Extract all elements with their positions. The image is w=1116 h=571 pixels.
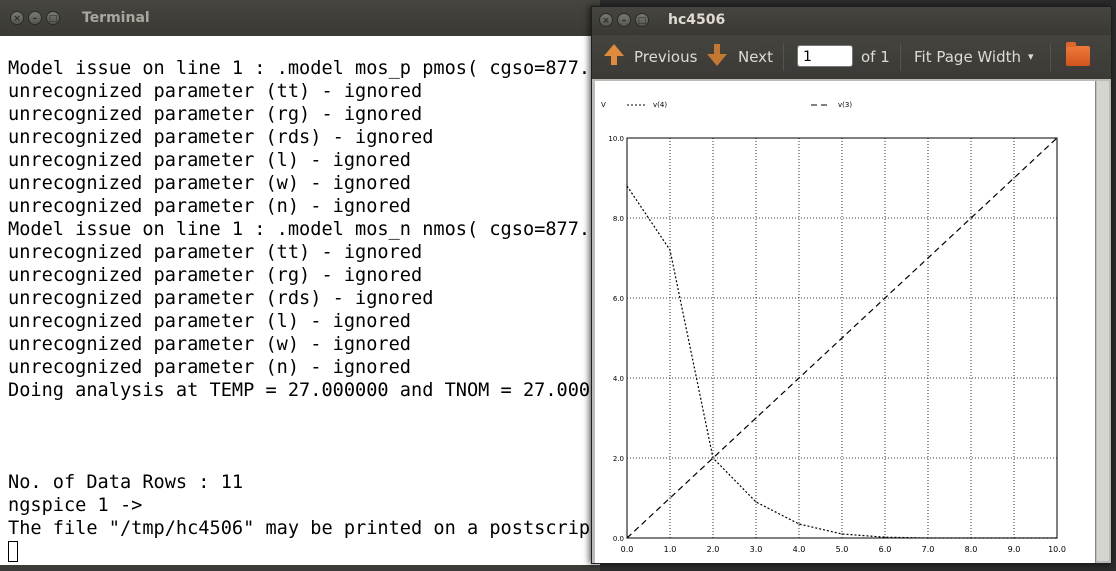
y-tick-label: 6.0 xyxy=(613,295,624,303)
data-point xyxy=(755,417,757,419)
page-number-input[interactable]: 1 xyxy=(797,45,853,67)
terminal-line: unrecognized parameter (rg) - ignored xyxy=(8,265,423,286)
data-point xyxy=(841,337,843,339)
data-point xyxy=(884,536,886,538)
terminal-line: unrecognized parameter (rds) - ignored xyxy=(8,127,434,148)
data-point xyxy=(927,537,929,539)
data-point xyxy=(1013,537,1015,539)
terminal-text: Model issue on line 1 : .model mos_p pmo… xyxy=(0,36,600,563)
data-point xyxy=(755,501,757,503)
maximize-icon[interactable]: □ xyxy=(46,11,60,25)
document-area: V v(4) v(3) 0.0 1.0 2.0 3.0 4.0 5.0 6.0 7.0 8.0 9… xyxy=(592,79,1111,563)
data-point xyxy=(626,537,628,539)
terminal-line: unrecognized parameter (l) - ignored xyxy=(8,150,411,171)
terminal-line: unrecognized parameter (tt) - ignored xyxy=(8,81,423,102)
data-point xyxy=(970,537,972,539)
data-point xyxy=(669,249,671,251)
terminal-output[interactable]: Model issue on line 1 : .model mos_p pmo… xyxy=(0,36,600,565)
data-point xyxy=(798,523,800,525)
terminal-line: unrecognized parameter (n) - ignored xyxy=(8,357,411,378)
x-tick-label: 2.0 xyxy=(707,545,720,554)
window-title: hc4506 xyxy=(668,12,726,28)
terminal-line: unrecognized parameter (l) - ignored xyxy=(8,311,411,332)
data-point xyxy=(1056,137,1058,139)
toolbar-separator xyxy=(900,43,901,71)
x-tick-label: 8.0 xyxy=(965,545,978,554)
arrow-up-icon[interactable] xyxy=(604,44,624,65)
terminal-line: Model issue on line 1 : .model mos_p pmo… xyxy=(8,58,600,79)
toolbar-separator xyxy=(783,43,784,71)
previous-button[interactable]: Previous xyxy=(634,48,697,66)
document-viewer-window: × – □ hc4506 Previous Next 1 of 1 Fit Pa… xyxy=(591,6,1112,564)
terminal-line: The file "/tmp/hc4506" may be printed on… xyxy=(8,518,600,539)
x-tick-label: 4.0 xyxy=(793,545,806,554)
x-tick-label: 10.0 xyxy=(1048,545,1066,554)
x-tick-label: 7.0 xyxy=(922,545,935,554)
x-tick-label: 6.0 xyxy=(879,545,892,554)
minimize-icon[interactable]: – xyxy=(28,11,42,25)
close-icon[interactable]: × xyxy=(599,13,613,27)
terminal-line: unrecognized parameter (rds) - ignored xyxy=(8,288,434,309)
next-button[interactable]: Next xyxy=(738,48,773,66)
viewer-titlebar[interactable]: × – □ hc4506 xyxy=(592,7,1111,35)
window-title: Terminal xyxy=(82,10,150,26)
x-tick-label: 9.0 xyxy=(1008,545,1021,554)
terminal-line: No. of Data Rows : 11 xyxy=(8,472,244,493)
vertical-scrollbar[interactable] xyxy=(1097,81,1109,561)
zoom-select[interactable]: Fit Page Width xyxy=(914,48,1021,66)
terminal-line: ngspice 1 -> xyxy=(8,495,143,516)
terminal-titlebar[interactable]: × – □ Terminal xyxy=(0,0,600,36)
data-point xyxy=(712,457,714,459)
y-tick-label: 10.0 xyxy=(608,135,624,143)
y-tick-label: 8.0 xyxy=(613,215,624,223)
terminal-window: × – □ Terminal Model issue on line 1 : .… xyxy=(0,0,600,571)
data-point xyxy=(626,185,628,187)
data-point xyxy=(1013,177,1015,179)
x-tick-label: 3.0 xyxy=(750,545,763,554)
data-point xyxy=(1056,537,1058,539)
document-page: V v(4) v(3) 0.0 1.0 2.0 3.0 4.0 5.0 6.0 7.0 8.0 9… xyxy=(595,81,1096,563)
terminal-line: unrecognized parameter (tt) - ignored xyxy=(8,242,423,263)
maximize-icon[interactable]: □ xyxy=(635,13,649,27)
y-tick-label: 2.0 xyxy=(613,455,624,463)
plot-chart: V v(4) v(3) 0.0 1.0 2.0 3.0 4.0 5.0 6.0 7.0 8.0 9… xyxy=(601,101,1066,554)
minimize-icon[interactable]: – xyxy=(617,13,631,27)
y-tick-label: 0.0 xyxy=(613,535,624,543)
data-point xyxy=(798,377,800,379)
viewer-toolbar: Previous Next 1 of 1 Fit Page Width ▾ xyxy=(592,35,1111,79)
terminal-line: Model issue on line 1 : .model mos_n nmo… xyxy=(8,219,600,240)
x-tick-label: 1.0 xyxy=(664,545,677,554)
legend-label-v3: v(3) xyxy=(838,101,852,109)
close-icon[interactable]: × xyxy=(10,11,24,25)
terminal-line: unrecognized parameter (w) - ignored xyxy=(8,334,411,355)
y-tick-label: 4.0 xyxy=(613,375,624,383)
terminal-line: unrecognized parameter (rg) - ignored xyxy=(8,104,423,125)
terminal-line: Doing analysis at TEMP = 27.000000 and T… xyxy=(8,380,600,401)
page-count-label: of 1 xyxy=(861,48,890,66)
x-tick-label: 0.0 xyxy=(621,545,634,554)
data-point xyxy=(970,217,972,219)
toolbar-separator xyxy=(1050,43,1051,71)
legend-label-v4: v(4) xyxy=(653,101,667,109)
terminal-line: unrecognized parameter (n) - ignored xyxy=(8,196,411,217)
chevron-down-icon[interactable]: ▾ xyxy=(1028,50,1034,63)
data-point xyxy=(669,497,671,499)
series-line-v4 xyxy=(626,185,1057,539)
y-axis-label: V xyxy=(601,101,606,109)
x-tick-label: 5.0 xyxy=(836,545,849,554)
terminal-line: unrecognized parameter (w) - ignored xyxy=(8,173,411,194)
data-point xyxy=(927,257,929,259)
terminal-cursor xyxy=(8,541,18,562)
data-point xyxy=(884,297,886,299)
folder-icon[interactable] xyxy=(1066,42,1090,66)
data-point xyxy=(841,533,843,535)
